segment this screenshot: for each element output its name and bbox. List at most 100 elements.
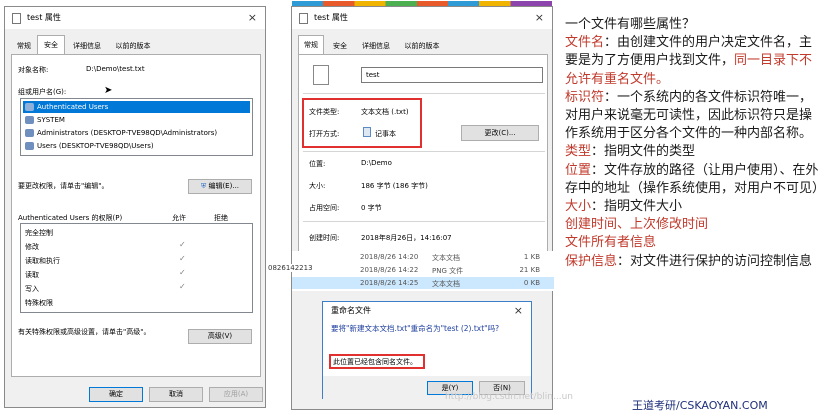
file-icon [12, 13, 21, 24]
user-item-users[interactable]: Users (DESKTOP-TVE98QD\Users) [23, 140, 154, 152]
file-row[interactable]: 2018/8/26 14:22 PNG 文件 21 KB [292, 264, 554, 276]
created-label: 创建时间: [309, 234, 340, 242]
file-row-type: 文本文档 [432, 254, 460, 262]
permission-full-control: 完全控制 [25, 229, 53, 237]
note-type: 类型：指明文件的类型 [565, 143, 821, 161]
note-term: 大小 [565, 199, 592, 215]
group-or-user-label: 组或用户名(G): [18, 88, 67, 96]
file-type-value: 文本文档 (.txt) [361, 108, 409, 116]
file-row-size: 21 KB [519, 266, 540, 274]
note-location: 位置：文件存放的路径（让用户使用）、在外存中的地址（操作系统使用，对用户不可见） [565, 162, 825, 198]
close-button[interactable]: × [514, 302, 523, 320]
size-value: 186 字节 (186 字节) [361, 182, 428, 190]
location-value: D:\Demo [361, 159, 392, 167]
note-desc: ：对文件进行保护的访问控制信息 [617, 253, 813, 269]
tab-general[interactable]: 常规 [298, 35, 324, 55]
note-term: 保护信息 [565, 253, 618, 269]
allow-check-write: ✓ [179, 282, 186, 291]
tab-details[interactable]: 详细信息 [67, 37, 107, 55]
note-term: 文件名 [565, 35, 605, 51]
tab-previous-versions[interactable]: 以前的版本 [398, 37, 446, 55]
location-label: 位置: [309, 160, 326, 168]
users-icon [25, 116, 34, 124]
file-row[interactable]: 2018/8/26 14:20 文本文档 1 KB [292, 251, 554, 263]
tab-general[interactable]: 常规 [11, 37, 37, 55]
security-tab-page: 对象名称: D:\Demo\test.txt 组或用户名(G): Authent… [11, 54, 261, 377]
advanced-button[interactable]: 高级(V) [188, 329, 252, 344]
size-label: 大小: [309, 182, 326, 190]
open-with-label: 打开方式: [309, 130, 340, 138]
close-button[interactable]: × [535, 7, 544, 29]
object-name-label: 对象名称: [18, 66, 49, 74]
file-type-label: 文件类型: [309, 108, 340, 116]
note-protection: 保护信息：对文件进行保护的访问控制信息 [565, 253, 821, 271]
note-size: 大小：指明文件大小 [565, 198, 821, 216]
user-item-label: SYSTEM [37, 116, 65, 124]
permission-read-execute: 读取和执行 [25, 257, 60, 265]
rename-question: 要将"新建文本文档.txt"重命名为"test (2).txt"吗? [331, 324, 527, 334]
apply-button[interactable]: 应用(A) [209, 387, 263, 402]
background-filename-fragment: 0826142213 [268, 264, 313, 272]
users-icon [25, 103, 34, 111]
open-with-value: 记事本 [375, 130, 396, 138]
dialog-title: test 属性 [27, 13, 61, 22]
ok-button[interactable]: 确定 [89, 387, 143, 402]
dialog-title-bar: 重命名文件 × [323, 302, 531, 320]
file-row-type: 文本文档 [432, 280, 460, 288]
permission-special: 特殊权限 [25, 299, 53, 307]
file-icon [299, 13, 308, 24]
note-time: 创建时间、上次修改时间 [565, 217, 709, 233]
user-item-authenticated-users[interactable]: Authenticated Users [23, 101, 250, 113]
user-item-label: Authenticated Users [37, 103, 109, 111]
file-name-field[interactable]: test [361, 67, 543, 83]
tab-security[interactable]: 安全 [37, 35, 65, 55]
file-row-size: 1 KB [523, 253, 540, 261]
deny-column-header: 拒绝 [214, 214, 228, 222]
edit-button[interactable]: ⛨ 编辑(E)... [188, 179, 252, 194]
permission-list: 完全控制 修改 ✓ 读取和执行 ✓ 读取 ✓ 写入 ✓ 特殊权限 [20, 223, 253, 313]
user-item-system[interactable]: SYSTEM [23, 114, 65, 126]
note-desc: ：指明文件大小 [591, 199, 683, 215]
advanced-hint: 有关特殊权限或高级设置，请单击"高级"。 [18, 328, 151, 336]
object-name-value: D:\Demo\test.txt [86, 65, 145, 73]
users-icon [25, 142, 34, 150]
file-name-value: test [366, 71, 380, 79]
note-identifier: 标识符：一个系统内的各文件标识符唯一，对用户来说毫无可读性，因此标识符只是操作系… [565, 89, 821, 144]
attribute-notes: 一个文件有哪些属性？ 文件名：由创建文件的用户决定文件名，主要是为了方便用户找到… [565, 16, 825, 271]
permission-read: 读取 [25, 271, 39, 279]
blog-watermark: http://blog.csdn.net/blin...un [445, 392, 573, 402]
tab-security[interactable]: 安全 [326, 37, 354, 55]
mouse-cursor-icon: ➤ [104, 85, 113, 96]
edit-button-label: 编辑(E)... [208, 182, 240, 190]
shield-icon: ⛨ [200, 182, 207, 190]
size-on-disk-label: 占用空间: [309, 204, 340, 212]
user-list[interactable]: Authenticated Users SYSTEM Administrator… [20, 98, 253, 156]
size-on-disk-value: 0 字节 [361, 204, 382, 212]
note-term: 位置 [565, 162, 592, 178]
close-button[interactable]: × [248, 7, 257, 29]
separator [303, 221, 545, 222]
change-button[interactable]: 更改(C)... [461, 125, 539, 141]
file-row-date: 2018/8/26 14:25 [360, 279, 419, 287]
explorer-file-list: 2018/8/26 14:20 文本文档 1 KB 2018/8/26 14:2… [292, 251, 554, 291]
general-tab-page: test 文件类型: 文本文档 (.txt) 打开方式: 记事本 更改(C)..… [298, 54, 548, 274]
permission-modify: 修改 [25, 243, 39, 251]
user-item-administrators[interactable]: Administrators (DESKTOP-TVE98QD\Administ… [23, 127, 217, 139]
allow-check-modify: ✓ [179, 240, 186, 249]
rename-question-text: 要将"新建文本文档.txt"重命名为"test (2).txt"吗? [331, 324, 500, 333]
decorative-color-strip [292, 1, 552, 6]
allow-check-read: ✓ [179, 268, 186, 277]
edit-hint: 要更改权限，请单击"编辑"。 [18, 182, 109, 190]
brand-watermark: 王道考研/CSKAOYAN.COM [632, 399, 768, 412]
cancel-button[interactable]: 取消 [149, 387, 203, 402]
note-owner: 文件所有者信息 [565, 235, 657, 251]
rename-info: 此位置已经包含同名文件。 [333, 358, 417, 366]
separator [303, 93, 545, 94]
file-row[interactable]: 2018/8/26 14:25 文本文档 0 KB [292, 277, 554, 289]
dialog-title: test 属性 [314, 13, 348, 22]
note-term: 类型 [565, 144, 592, 160]
tab-previous-versions[interactable]: 以前的版本 [109, 37, 157, 55]
created-value: 2018年8月26日，14:16:07 [361, 234, 452, 242]
note-term: 标识符 [565, 89, 605, 105]
tab-details[interactable]: 详细信息 [356, 37, 396, 55]
